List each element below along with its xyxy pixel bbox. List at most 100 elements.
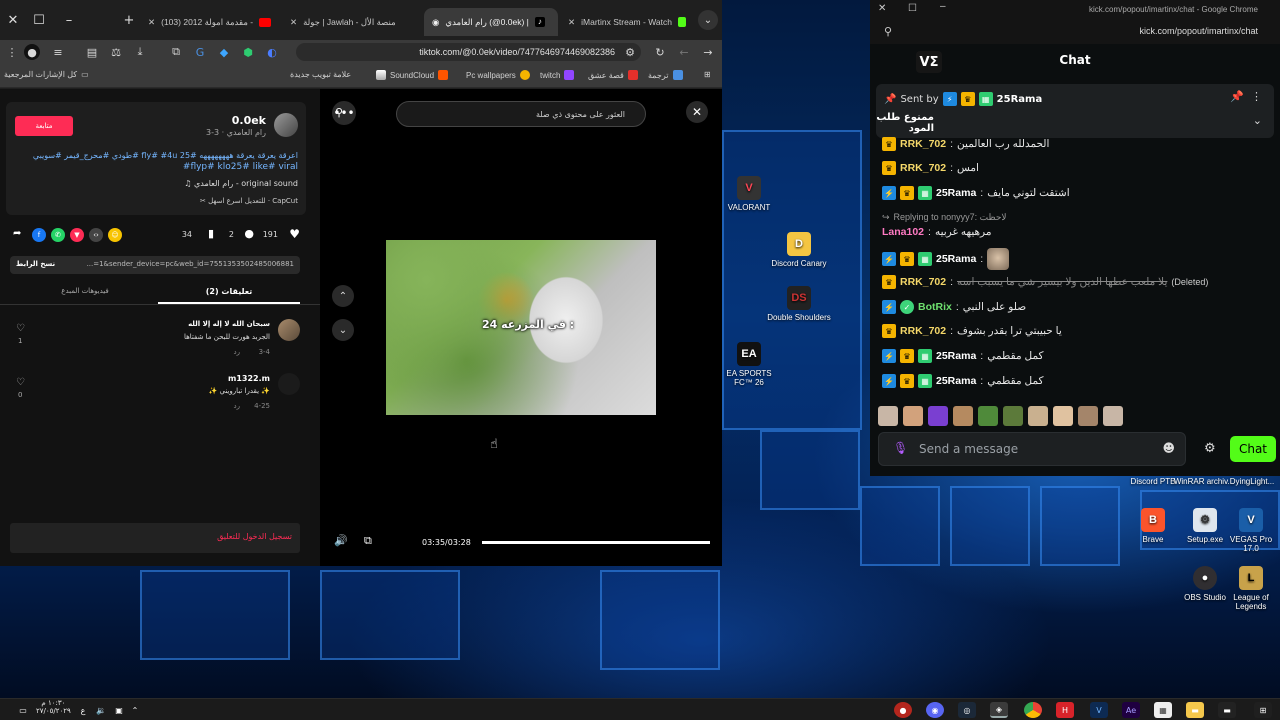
comment-user[interactable]: سبحان الله لا إله إلا الله <box>188 320 270 328</box>
search-icon[interactable]: ⚲ <box>335 106 343 119</box>
volume-icon[interactable]: 🔊 <box>334 534 348 547</box>
sidepanel-icon[interactable]: ▤ <box>84 44 100 60</box>
desktop-icon-vegas[interactable]: V VEGAS Pro 17.0 <box>1222 508 1280 553</box>
close-icon[interactable]: ✕ <box>568 17 575 28</box>
discord-icon[interactable]: ◉ <box>926 702 944 718</box>
extension-icon[interactable]: ≡ <box>50 44 66 60</box>
emote-icon[interactable] <box>1028 406 1048 426</box>
emoji-icon[interactable]: ☻ <box>1162 441 1175 455</box>
tab-creator-videos[interactable]: فيديوهات المبدع <box>14 287 156 295</box>
chrome-icon[interactable] <box>1024 702 1042 718</box>
system-clock[interactable]: ١٠:٣٠ م ٢٧/٠٥/٢٠٢٩ <box>36 699 71 715</box>
site-settings-icon[interactable]: ⚙ <box>622 44 638 60</box>
search-input[interactable]: العثور على محتوى ذي صلة ⚲ <box>335 101 646 127</box>
avatar[interactable] <box>278 373 300 395</box>
download-icon[interactable]: ⤓ <box>132 44 148 60</box>
login-to-comment[interactable]: تسجيل الدخول للتعليق <box>10 523 300 553</box>
send-chat-button[interactable]: Chat <box>1230 436 1276 462</box>
menu-icon[interactable]: ⋮ <box>4 44 20 60</box>
chat-message[interactable]: ⚡ ♛ ▦ 25Rama: كمل مقطمي <box>882 347 1044 365</box>
chat-message[interactable]: ♛ RRK_702: يا حبيبتي ترا بقدر بشوف <box>882 322 1062 340</box>
steam-icon[interactable]: ◎ <box>958 702 976 718</box>
bookmark-translate[interactable]: ترجمة <box>648 70 683 80</box>
address-bar[interactable]: tiktok.com/@0.0ek/video/7477646974469082… <box>296 43 641 61</box>
emote-icon[interactable] <box>953 406 973 426</box>
profile-icon[interactable]: ● <box>24 44 40 60</box>
chrome-taskbar-icon[interactable]: ◈ <box>990 702 1008 718</box>
bookmark-twitch[interactable]: twitch <box>540 70 575 80</box>
chat-message[interactable]: ⚡ ✓ BotRix: صلو على النبي <box>882 298 1026 316</box>
desktop-icon-ea-fc[interactable]: EA EA SPORTS FC™ 26 <box>716 342 782 387</box>
embed-icon[interactable]: ‹› <box>89 228 103 242</box>
follow-button[interactable]: متابعة <box>15 116 73 136</box>
settings-gear-icon[interactable]: ⚙ <box>1204 441 1216 456</box>
close-window-button[interactable]: ✕ <box>0 8 26 32</box>
minimize-button[interactable]: – <box>940 1 946 12</box>
emote-icon[interactable] <box>1078 406 1098 426</box>
apps-grid-icon[interactable]: ⊞ <box>704 70 711 79</box>
close-icon[interactable]: ✕ <box>290 17 297 28</box>
desktop-icon-league[interactable]: L League of Legends <box>1222 566 1280 611</box>
start-icon[interactable]: ⊞ <box>1254 702 1272 718</box>
adblock-icon[interactable]: ⬢ <box>240 44 256 60</box>
more-options-icon[interactable]: ⋮ <box>1251 90 1262 103</box>
chat-message[interactable]: ⚡ ♛ ▦ 25Rama: كمل مقطمي <box>882 372 1044 390</box>
emote-icon[interactable] <box>1003 406 1023 426</box>
like-icon[interactable]: ♥ <box>289 227 300 241</box>
new-tab-button[interactable]: + <box>116 8 142 32</box>
copy-link-button[interactable]: نسخ الرابط <box>16 260 55 268</box>
emoji-share-icon[interactable]: ☺ <box>108 228 122 242</box>
chevron-up-icon[interactable]: ⌃ <box>126 702 144 718</box>
desktop-icon-discord-canary[interactable]: D Discord Canary <box>766 232 832 268</box>
chat-message[interactable]: ♛ RRK_702: الحمدلله رب العالمين <box>882 135 1049 153</box>
vegas-taskbar-icon[interactable]: V <box>1090 702 1108 718</box>
tab-search-button[interactable]: ⌄ <box>698 10 718 30</box>
video-hashtags[interactable]: flyp# klo25# like# viral# <box>183 162 298 172</box>
kick-url[interactable]: kick.com/popout/imartinx/chat <box>1139 26 1258 36</box>
taskbar-app-icon[interactable]: ● <box>894 702 912 718</box>
desktop-icon-dyinglight[interactable]: DyingLight... <box>1224 477 1280 486</box>
close-icon[interactable]: ✕ <box>148 17 155 28</box>
emote-icon[interactable] <box>1103 406 1123 426</box>
username[interactable]: 0.0ek <box>232 114 266 127</box>
audio-icon[interactable]: ◉ <box>432 17 439 28</box>
video-link[interactable]: ...=1&sender_device=pc&web_id=7551353502… <box>64 260 294 268</box>
previous-video-button[interactable]: ⌃ <box>332 285 354 307</box>
minimize-button[interactable]: – <box>56 8 82 32</box>
emote-icon[interactable] <box>878 406 898 426</box>
notification-icon[interactable]: ▭ <box>14 702 32 718</box>
chat-message[interactable]: ⚡ ♛ ▦ 25Rama: اشتقت لتوني مايف <box>882 184 1070 202</box>
facebook-icon[interactable]: f <box>32 228 46 242</box>
zoom-icon[interactable]: ⚲ <box>884 25 892 38</box>
unpin-icon[interactable]: 📌 <box>1230 90 1244 103</box>
after-effects-icon[interactable]: Ae <box>1122 702 1140 718</box>
avatar[interactable] <box>278 319 300 341</box>
back-icon[interactable]: → <box>700 44 716 60</box>
store-icon[interactable]: ▦ <box>1154 702 1172 718</box>
extension-icon[interactable]: ◐ <box>264 44 280 60</box>
capcut-link[interactable]: CapCut · للتعديل اسرع اسهل ✂ <box>200 197 298 205</box>
comment-icon[interactable]: ● <box>244 227 254 240</box>
share-icon[interactable]: ➦ <box>13 228 21 239</box>
heart-icon[interactable]: ♡ <box>16 323 25 334</box>
emote-icon[interactable] <box>1053 406 1073 426</box>
extension-icon[interactable]: ⚖ <box>108 44 124 60</box>
desktop-icon-valorant[interactable]: V VALORANT <box>716 176 782 212</box>
microphone-icon[interactable]: 🎙 <box>893 441 908 455</box>
bookmark-all-bookmarks[interactable]: كل الإشارات المرجعية ▭ <box>4 70 89 79</box>
forward-icon[interactable]: ← <box>676 44 692 60</box>
desktop-icon-double-shoulders[interactable]: DS Double Shoulders <box>766 286 832 322</box>
tab-jawlah[interactable]: ✕ جولة | Jawlah - منصة الأل <box>282 8 422 36</box>
chevron-down-icon[interactable]: ⌄ <box>1253 114 1262 127</box>
puzzle-icon[interactable]: ⧉ <box>168 44 184 60</box>
tab-youtube[interactable]: ✕ (103) مقدمة امولة 2012 - <box>140 8 280 36</box>
file-explorer-icon[interactable]: ▬ <box>1186 702 1204 718</box>
sound-link[interactable]: original sound - رام العامدي ♫ <box>184 179 298 188</box>
maximize-button[interactable]: ☐ <box>26 8 52 32</box>
translate-icon[interactable]: G <box>192 44 208 60</box>
chat-message[interactable]: Lana102: مرهيهه غربيه <box>882 223 991 241</box>
app-icon[interactable]: H <box>1056 702 1074 718</box>
volume-icon[interactable]: 🔉 <box>92 702 110 718</box>
emote-icon[interactable] <box>978 406 998 426</box>
maximize-button[interactable]: ☐ <box>908 3 917 14</box>
